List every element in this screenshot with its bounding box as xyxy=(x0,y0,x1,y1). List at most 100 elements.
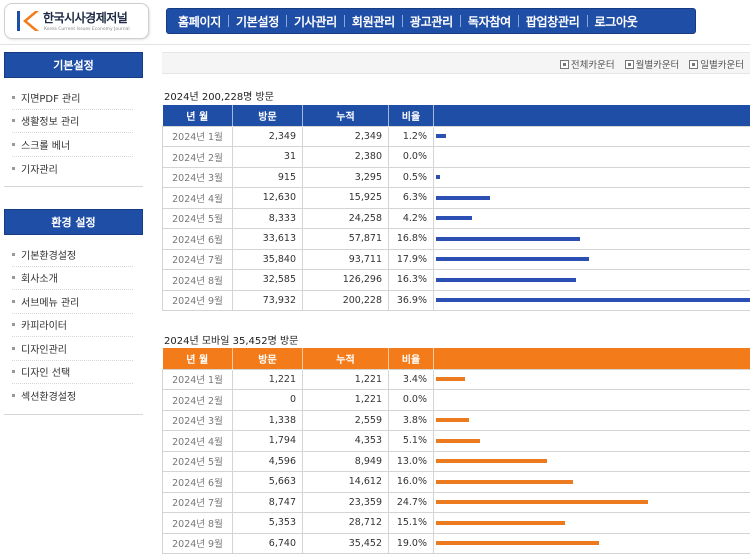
cell-cumulative: 35,452 xyxy=(302,532,389,554)
cell-visits: 5,663 xyxy=(232,471,303,493)
cell-cumulative: 1,221 xyxy=(302,389,389,411)
sidebar-item-basic-env[interactable]: 기본환경설정 xyxy=(12,243,133,267)
cell-month: 2024년 4월 xyxy=(162,430,233,452)
cell-bar xyxy=(433,532,750,554)
cell-cumulative: 23,359 xyxy=(302,491,389,513)
site-logo[interactable]: 한국시사경제저널 Korea Current Issues Economy Jo… xyxy=(4,3,149,39)
cell-cumulative: 15,925 xyxy=(302,187,389,209)
cell-month: 2024년 7월 xyxy=(162,248,233,270)
nav-reader-participation[interactable]: 독자참여 xyxy=(461,13,518,30)
nav-home[interactable]: 홈페이지 xyxy=(171,13,228,30)
ratio-bar xyxy=(436,134,447,139)
sidebar-item-scroll-banner[interactable]: 스크롤 베너 xyxy=(12,133,133,157)
table-row: 2024년 3월 1,338 2,559 3.8% xyxy=(162,409,750,431)
cell-visits: 1,794 xyxy=(232,430,303,452)
cell-visits: 4,596 xyxy=(232,450,303,472)
ratio-bar xyxy=(436,175,441,180)
sidebar-item-design-select[interactable]: 디자인 선택 xyxy=(12,361,133,384)
nav-popup-management[interactable]: 팝업창관리 xyxy=(519,13,587,30)
col-header-visits: 방문 xyxy=(232,348,303,369)
sidebar-section-basic: 기본설정 지면PDF 관리 생활정보 관리 스크롤 베너 기자관리 xyxy=(4,52,143,187)
nav-basic-settings[interactable]: 기본설정 xyxy=(229,13,286,30)
col-header-ratio: 비율 xyxy=(388,105,434,126)
sidebar-item-section-env[interactable]: 섹션환경설정 xyxy=(12,384,133,408)
header-divider xyxy=(0,44,750,45)
ratio-bar xyxy=(436,216,472,221)
sidebar-item-reporters[interactable]: 기자관리 xyxy=(12,157,133,181)
ratio-bar xyxy=(436,195,490,200)
nav-ad-management[interactable]: 광고관리 xyxy=(403,13,460,30)
col-header-month: 년 월 xyxy=(162,105,233,126)
cell-ratio: 0.0% xyxy=(388,146,434,168)
cell-bar xyxy=(433,269,750,291)
cell-visits: 8,747 xyxy=(232,491,303,513)
cell-ratio: 0.0% xyxy=(388,389,434,411)
cell-visits: 12,630 xyxy=(232,187,303,209)
total-counter-link[interactable]: 전체카운터 xyxy=(559,57,615,71)
ratio-bar xyxy=(436,500,648,505)
cell-month: 2024년 2월 xyxy=(162,389,233,411)
cell-bar xyxy=(433,146,750,168)
table-row: 2024년 7월 35,840 93,711 17.9% xyxy=(162,248,750,270)
sidebar-item-pdf[interactable]: 지면PDF 관리 xyxy=(12,86,133,110)
ratio-bar xyxy=(436,459,548,464)
cell-ratio: 16.8% xyxy=(388,228,434,250)
bullet-icon xyxy=(12,299,15,303)
bullet-icon xyxy=(12,323,15,327)
monthly-counter-link[interactable]: 월별카운터 xyxy=(624,57,679,71)
daily-counter-link[interactable]: 일별카운터 xyxy=(689,57,744,71)
ratio-bar xyxy=(436,418,469,423)
cell-visits: 1,221 xyxy=(232,368,303,390)
cell-month: 2024년 4월 xyxy=(162,187,233,209)
cell-bar xyxy=(433,389,750,411)
cell-bar xyxy=(433,368,750,390)
counter-icon xyxy=(559,59,569,69)
bullet-icon xyxy=(12,142,15,146)
cell-month: 2024년 9월 xyxy=(162,532,233,554)
table-row: 2024년 1월 1,221 1,221 3.4% xyxy=(162,368,750,390)
nav-article-management[interactable]: 기사관리 xyxy=(287,13,344,30)
sidebar-list: 지면PDF 관리 생활정보 관리 스크롤 베너 기자관리 xyxy=(4,78,143,186)
sidebar-item-living-info[interactable]: 생활정보 관리 xyxy=(12,110,133,133)
table-row: 2024년 6월 5,663 14,612 16.0% xyxy=(162,471,750,493)
table-row: 2024년 2월 31 2,380 0.0% xyxy=(162,146,750,168)
cell-bar xyxy=(433,248,750,270)
nav-logout[interactable]: 로그아웃 xyxy=(588,13,645,30)
logo-title: 한국시사경제저널 xyxy=(43,11,128,25)
cell-cumulative: 2,380 xyxy=(302,146,389,168)
sidebar-item-design-manage[interactable]: 디자인관리 xyxy=(12,337,133,361)
bullet-icon xyxy=(12,276,15,280)
table-row: 2024년 9월 73,932 200,228 36.9% xyxy=(162,289,750,311)
table-header-row: 년 월 방문 누적 비율 xyxy=(162,105,750,126)
sidebar-item-label: 기자관리 xyxy=(21,164,58,176)
cell-ratio: 6.3% xyxy=(388,187,434,209)
cell-bar xyxy=(433,512,750,534)
top-navigation: 홈페이지 기본설정 기사관리 회원관리 광고관리 독자참여 팝업창관리 로그아웃 xyxy=(166,8,696,34)
cell-bar xyxy=(433,125,750,147)
cell-ratio: 36.9% xyxy=(388,289,434,311)
table-row: 2024년 6월 33,613 57,871 16.8% xyxy=(162,228,750,250)
cell-month: 2024년 1월 xyxy=(162,125,233,147)
logo-k-icon xyxy=(17,11,39,31)
bullet-icon xyxy=(12,119,15,123)
col-header-bar xyxy=(433,348,750,369)
bullet-icon xyxy=(12,370,15,374)
cell-month: 2024년 8월 xyxy=(162,512,233,534)
ratio-bar xyxy=(436,298,750,303)
sidebar-item-submenu[interactable]: 서브메뉴 관리 xyxy=(12,290,133,314)
nav-member-management[interactable]: 회원관리 xyxy=(345,13,402,30)
cell-visits: 32,585 xyxy=(232,269,303,291)
sidebar-section-environment: 환경 설정 기본환경설정 회사소개 서브메뉴 관리 카피라이터 디자인관리 디자… xyxy=(4,209,143,415)
table-row: 2024년 3월 915 3,295 0.5% xyxy=(162,166,750,188)
sidebar-item-company[interactable]: 회사소개 xyxy=(12,267,133,290)
sidebar-section-title: 기본설정 xyxy=(4,52,143,78)
sidebar-item-label: 회사소개 xyxy=(21,274,58,286)
cell-ratio: 16.3% xyxy=(388,269,434,291)
pc-visits-table: 년 월 방문 누적 비율 2024년 1월 2,349 2,349 1.2% 2024년… xyxy=(162,105,750,311)
table-row: 2024년 8월 5,353 28,712 15.1% xyxy=(162,512,750,534)
sidebar-item-label: 섹션환경설정 xyxy=(21,392,77,404)
ratio-bar xyxy=(436,520,566,525)
sidebar-item-copyright[interactable]: 카피라이터 xyxy=(12,314,133,337)
ratio-bar xyxy=(436,236,580,241)
cell-month: 2024년 3월 xyxy=(162,409,233,431)
